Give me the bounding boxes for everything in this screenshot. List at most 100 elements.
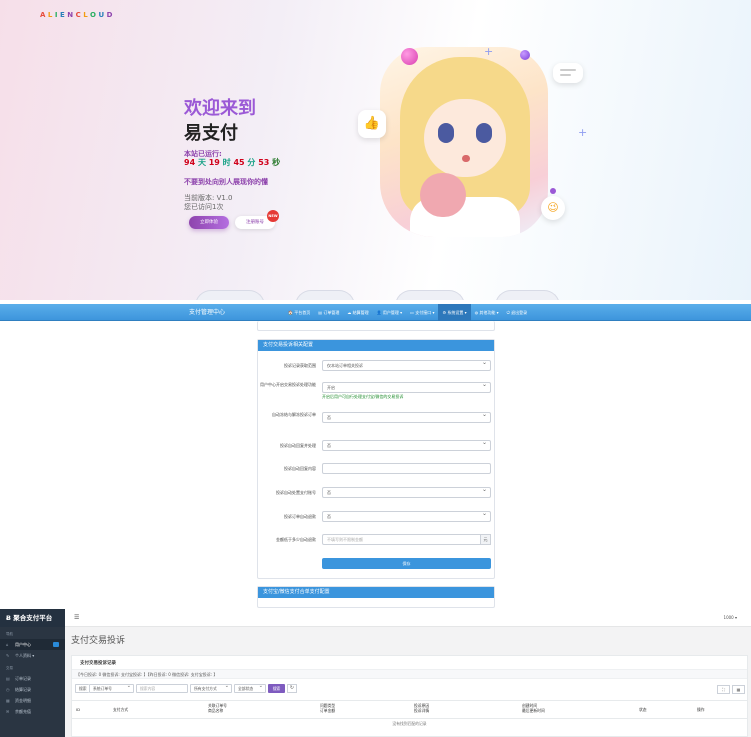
complaint-stats: 【今日投诉: 0 微信投诉: 支付宝投诉: 】【昨日投诉: 0 微信投诉: 支付… <box>72 669 747 679</box>
page-title: 支付交易投诉 <box>71 636 126 646</box>
user-complaint-handling-select[interactable]: 开启 <box>322 380 491 393</box>
site-logo[interactable]: ALIENCLOUD <box>40 11 115 19</box>
column-header-order[interactable]: 关联订单号 商品名称 <box>208 703 227 713</box>
grid-icon: ▦ <box>6 698 10 703</box>
column-header-status[interactable]: 状态 <box>639 707 647 712</box>
cloud-decoration <box>195 290 565 300</box>
menu-toggle-icon[interactable]: ☰ <box>74 609 79 627</box>
sidebar-section-title: 导航 <box>6 632 13 636</box>
column-header-time[interactable]: 创建时间 最后更新时间 <box>522 703 545 713</box>
logo-letter: N <box>67 11 76 19</box>
logo-letter: L <box>83 11 91 19</box>
list-icon: ▤ <box>6 676 10 681</box>
order-type-select[interactable]: 系统订单号 <box>89 683 134 693</box>
refresh-icon[interactable]: ↻ <box>287 684 297 693</box>
auto-refund-select[interactable]: 否 <box>322 509 491 522</box>
runtime-seconds: 53 <box>258 158 270 167</box>
sidebar-item-label: 用户中心 <box>15 642 31 647</box>
fullscreen-icon[interactable]: ⛶ <box>717 685 730 694</box>
nav-logout[interactable]: ⏻ 退出登录 <box>503 304 531 321</box>
field-label: 投诉自动处置支付账号 <box>276 490 316 495</box>
sidebar-brand[interactable]: Ƀ 聚合支付平台 <box>0 609 65 627</box>
field-label: 投诉订单自动退款 <box>284 514 316 519</box>
column-header-id[interactable]: ID <box>76 707 80 712</box>
runtime-minutes-unit: 分 <box>247 158 256 167</box>
field-hint: 开启后用户可自行处理支付宝/微信的交易投诉 <box>322 394 404 399</box>
runtime-days-unit: 天 <box>197 158 206 167</box>
merchant-admin: Ƀ 聚合支付平台 导航 ⌂ 用户中心 ✎ 个人资料 ▾ 交易 ▤ 订单记录 ◷ … <box>0 609 751 737</box>
user-menu[interactable]: 1000 ▾ <box>724 609 737 627</box>
runtime-counter: 94 天 19 时 45 分 53 秒 <box>184 157 280 168</box>
sidebar-item-recharge[interactable]: ✉ 余额充值 <box>0 706 65 717</box>
auto-reply-select[interactable]: 否 <box>322 438 491 451</box>
column-header-problem-type[interactable]: 问题类型 订单金额 <box>320 703 335 713</box>
search-input[interactable]: 搜索内容 <box>136 684 188 693</box>
auto-freeze-select[interactable]: 否 <box>322 410 491 423</box>
small-ball-decoration <box>550 188 556 194</box>
columns-icon[interactable]: ▦ <box>732 685 745 694</box>
admin-navbar: 支付管理中心 🏠 平台首页 ▤ 订单管理 ☁ 结算管理 👤 用户管理 ▾ ▭ 支… <box>0 304 751 321</box>
logo-letter: U <box>98 11 107 19</box>
field-label: 用户中心开启交易投诉处理功能 <box>260 382 316 387</box>
hero-title-line2: 易支付 <box>184 123 238 144</box>
clock-icon: ◷ <box>6 687 10 692</box>
navbar-brand[interactable]: 支付管理中心 <box>189 304 225 321</box>
hero-slogan: 不要到处向别人展现你的懂 <box>184 178 268 186</box>
sidebar-item-label: 资金明细 <box>15 698 31 703</box>
merge-pay-settings-card: 支付宝/微信支付合单支付配置 <box>257 586 495 608</box>
field-label: 投诉记录获取范围 <box>284 363 316 368</box>
logo-letter: D <box>106 11 115 19</box>
nav-users[interactable]: 👤 用户管理 ▾ <box>373 304 407 321</box>
auto-dispose-account-select[interactable]: 否 <box>322 485 491 498</box>
column-header-pay-method[interactable]: 支付方式 <box>113 707 128 712</box>
column-header-line: 订单金额 <box>320 708 336 713</box>
thumbs-up-icon: 👍 <box>358 110 386 138</box>
nav-other-functions[interactable]: ◍ 其他功能 ▾ <box>471 304 503 321</box>
nav-settlement[interactable]: ☁ 结算管理 <box>343 304 372 321</box>
field-label: 投诉自动回复内容 <box>284 466 316 471</box>
complaint-records-panel: 支付交易投诉记录 【今日投诉: 0 微信投诉: 支付宝投诉: 】【昨日投诉: 0… <box>71 655 748 737</box>
sidebar-item-user-center[interactable]: ⌂ 用户中心 <box>0 639 65 650</box>
nav-pay-interfaces[interactable]: ▭ 支付接口 ▾ <box>406 304 438 321</box>
nav-home[interactable]: 🏠 平台首页 <box>284 304 314 321</box>
sidebar-brand-label: 聚合支付平台 <box>13 614 53 622</box>
auto-reply-content-input[interactable] <box>322 463 491 474</box>
navbar-menu: 🏠 平台首页 ▤ 订单管理 ☁ 结算管理 👤 用户管理 ▾ ▭ 支付接口 ▾ ⚙… <box>284 304 531 321</box>
sidebar-item-profile[interactable]: ✎ 个人资料 ▾ <box>0 650 65 661</box>
sidebar-item-funds[interactable]: ▦ 资金明细 <box>0 695 65 706</box>
hero-title-line1: 欢迎来到 <box>184 98 256 119</box>
field-label: 自动冻结与解冻投诉订单 <box>272 412 316 417</box>
plus-decoration-icon: + <box>484 45 494 58</box>
nav-orders[interactable]: ▤ 订单管理 <box>314 304 343 321</box>
try-now-button[interactable]: 立即体验 <box>189 216 229 229</box>
panel-title: 支付交易投诉记录 <box>80 661 116 666</box>
field-label: 金额低于多少自动退款 <box>276 537 316 542</box>
sidebar: Ƀ 聚合支付平台 导航 ⌂ 用户中心 ✎ 个人资料 ▾ 交易 ▤ 订单记录 ◷ … <box>0 609 65 737</box>
status-select[interactable]: 全部状态 <box>234 683 266 693</box>
sidebar-item-settlements[interactable]: ◷ 结算记录 <box>0 684 65 695</box>
save-button[interactable]: 保存 <box>322 558 491 569</box>
complaint-range-select[interactable]: 仅本站订单相关投诉 <box>322 358 491 371</box>
pay-method-select[interactable]: 所有支付方式 <box>190 683 232 693</box>
refund-threshold-placeholder: 不填写则不限制金额 <box>327 537 363 542</box>
refund-threshold-input[interactable]: 不填写则不限制金额 元 <box>322 534 491 545</box>
card-title: 支付宝/微信支付合单支付配置 <box>258 587 494 598</box>
message-bubble-icon <box>553 63 583 83</box>
logo-letter: L <box>47 11 55 19</box>
sidebar-item-label: 余额充值 <box>15 709 31 714</box>
mail-icon: ✉ <box>6 709 10 714</box>
nav-system-settings[interactable]: ⚙ 系统设置 ▾ <box>438 304 471 321</box>
card-title: 支付交易投诉相关配置 <box>258 340 494 351</box>
search-label: 搜索 <box>75 684 89 693</box>
sidebar-item-orders[interactable]: ▤ 订单记录 <box>0 673 65 684</box>
column-header-reason[interactable]: 投诉原因 投诉详情 <box>414 703 429 713</box>
runtime-minutes: 45 <box>233 158 245 167</box>
register-button[interactable]: 注册账号 NEW <box>235 210 279 229</box>
search-button[interactable]: 搜索 <box>268 684 285 693</box>
column-header-line: 商品名称 <box>208 708 224 713</box>
runtime-seconds-unit: 秒 <box>272 158 281 167</box>
column-header-actions[interactable]: 操作 <box>697 707 705 712</box>
runtime-days: 94 <box>184 158 196 167</box>
purple-ball-decoration <box>520 50 530 60</box>
home-icon: ⌂ <box>6 642 9 647</box>
